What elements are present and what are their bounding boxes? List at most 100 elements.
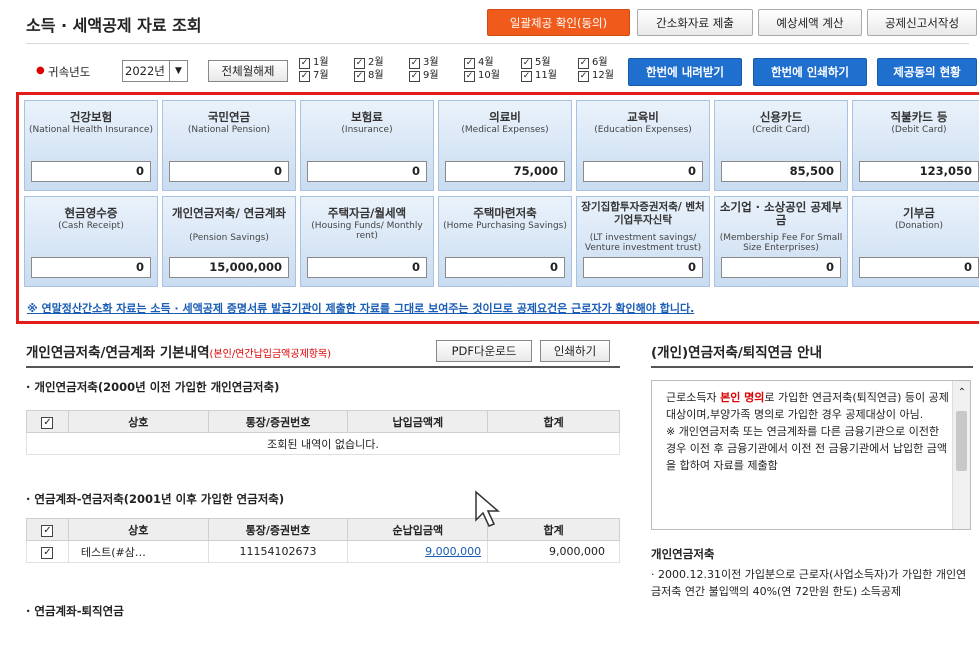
column-header: 순납입금액 xyxy=(347,518,489,541)
month-checkbox-7[interactable]: ✓ 7월 xyxy=(299,70,329,82)
download-all-button[interactable]: 한번에 내려받기 xyxy=(628,58,742,86)
chevron-up-icon[interactable]: ⌃ xyxy=(953,387,971,398)
month-checkbox-1[interactable]: ✓ 1월 xyxy=(299,57,329,69)
summary-label: 보험료 xyxy=(351,110,383,124)
checkbox-checked-icon: ✓ xyxy=(578,57,589,69)
month-checkbox-10[interactable]: ✓ 10월 xyxy=(464,70,500,82)
summary-insurance[interactable]: 보험료 (Insurance) 0 xyxy=(300,100,434,191)
month-checkbox-4[interactable]: ✓ 4월 xyxy=(464,57,494,69)
summary-medical[interactable]: 의료비 (Medical Expenses) 75,000 xyxy=(438,100,572,191)
summary-label: 장기집합투자증권저축/ 벤처기업투자신탁 xyxy=(581,201,705,226)
print-all-button[interactable]: 한번에 인쇄하기 xyxy=(753,58,867,86)
checkbox-checked-icon: ✓ xyxy=(354,57,365,69)
summary-debit-card[interactable]: 직불카드 등 (Debit Card) 123,050 xyxy=(852,100,979,191)
checkbox-checked-icon: ✓ xyxy=(578,70,589,82)
summary-small-business[interactable]: 소기업 · 소상공인 공제부금 (Membership Fee For Smal… xyxy=(714,196,848,287)
summary-housing-funds[interactable]: 주택자금/월세액 (Housing Funds/ Monthly rent) 0 xyxy=(300,196,434,287)
summary-label: 국민연금 xyxy=(207,110,251,124)
summary-cash-receipt[interactable]: 현금영수증 (Cash Receipt) 0 xyxy=(24,196,158,287)
summary-sublabel: (Insurance) xyxy=(341,125,393,135)
month-checkbox-2[interactable]: ✓ 2월 xyxy=(354,57,384,69)
select-all-checkbox[interactable]: ✓ xyxy=(26,410,69,433)
deduction-summary-panel: 건강보험 (National Health Insurance) 0 국민연금 … xyxy=(16,92,979,324)
summary-national-pension[interactable]: 국민연금 (National Pension) 0 xyxy=(162,100,296,191)
month-checkbox-5[interactable]: ✓ 5월 xyxy=(521,57,551,69)
month-label: 8월 xyxy=(368,70,384,81)
column-header: 합계 xyxy=(487,410,620,433)
consent-status-button[interactable]: 제공동의 현황 xyxy=(877,58,977,86)
summary-sublabel: (Debit Card) xyxy=(891,125,947,135)
month-checkbox-3[interactable]: ✓ 3월 xyxy=(409,57,439,69)
summary-credit-card[interactable]: 신용카드 (Credit Card) 85,500 xyxy=(714,100,848,191)
guide-emphasis: 본인 명의 xyxy=(720,391,765,404)
summary-education[interactable]: 교육비 (Education Expenses) 0 xyxy=(576,100,710,191)
column-header: 통장/증권번호 xyxy=(207,410,349,433)
print-button[interactable]: 인쇄하기 xyxy=(540,340,610,362)
month-checkbox-12[interactable]: ✓ 12월 xyxy=(578,70,614,82)
bulk-consent-button[interactable]: 일괄제공 확인(동의) xyxy=(487,9,630,36)
summary-label: 의료비 xyxy=(489,110,521,124)
empty-message: 조회된 내역이 없습니다. xyxy=(26,432,620,455)
guide-box: 근로소득자 본인 명의로 가입한 연금저축(퇴직연금) 등이 공제 대상이며,부… xyxy=(651,380,971,530)
summary-value: 0 xyxy=(583,257,703,278)
submit-simplified-button[interactable]: 간소화자료 제출 xyxy=(637,9,753,36)
summary-pension-savings[interactable]: 개인연금저축/ 연금계좌 (Pension Savings) 15,000,00… xyxy=(162,196,296,287)
guide-note: ※ 개인연금저축 또는 연금계좌를 다른 금융기관으로 이전한 경우 이전 후 … xyxy=(666,425,947,472)
guide-text: 근로소득자 본인 명의로 가입한 연금저축(퇴직연금) 등이 공제 대상이며,부… xyxy=(666,389,951,474)
guide-divider xyxy=(651,366,973,368)
summary-health-insurance[interactable]: 건강보험 (National Health Insurance) 0 xyxy=(24,100,158,191)
section-title-text: 개인연금저축/연금계좌 기본내역 xyxy=(26,345,210,361)
year-select[interactable]: 2022년 ▼ xyxy=(122,60,188,82)
summary-sublabel: (Membership Fee For Small Size Enterpris… xyxy=(719,233,843,253)
checkbox-checked-icon: ✓ xyxy=(521,70,532,82)
notice-link[interactable]: ※ 연말정산간소화 자료는 소득 · 세액공제 증명서류 발급기관이 제출한 자… xyxy=(27,300,694,316)
table-header-row: ✓ 상호 통장/증권번호 납입금액계 합계 xyxy=(26,410,620,433)
guide-scrollbar[interactable]: ⌃ xyxy=(952,381,970,529)
summary-lt-investment[interactable]: 장기집합투자증권저축/ 벤처기업투자신탁 (LT investment savi… xyxy=(576,196,710,287)
checkbox-checked-icon: ✓ xyxy=(521,57,532,69)
table-header-row: ✓ 상호 통장/증권번호 순납입금액 합계 xyxy=(26,518,620,541)
checkbox-checked-icon: ✓ xyxy=(299,70,310,82)
pension-account-table: ✓ 상호 통장/증권번호 순납입금액 합계 ✓ 테스트(#삼… 11154102… xyxy=(26,518,620,563)
summary-value: 15,000,000 xyxy=(169,257,289,278)
pdf-download-button[interactable]: PDF다운로드 xyxy=(436,340,532,362)
column-header: 납입금액계 xyxy=(347,410,489,433)
row-checkbox[interactable]: ✓ xyxy=(26,540,69,563)
checkbox-checked-icon: ✓ xyxy=(409,57,420,69)
month-label: 4월 xyxy=(478,57,494,68)
summary-sublabel: (Medical Expenses) xyxy=(461,125,549,135)
month-label: 11월 xyxy=(535,70,557,81)
deduction-form-button[interactable]: 공제신고서작성 xyxy=(867,9,977,36)
month-checkbox-8[interactable]: ✓ 8월 xyxy=(354,70,384,82)
year-label: 귀속년도 xyxy=(48,65,91,79)
section-title-note: (본인/연간납입금액공제항목) xyxy=(209,349,332,360)
summary-value: 0 xyxy=(445,257,565,278)
bullet-icon: ● xyxy=(36,65,45,76)
row-amount-link[interactable]: 9,000,000 xyxy=(425,545,481,558)
summary-sublabel: (Pension Savings) xyxy=(189,233,269,243)
checkbox-checked-icon: ✓ xyxy=(41,416,54,429)
estimate-tax-button[interactable]: 예상세액 계산 xyxy=(758,9,862,36)
select-all-checkbox[interactable]: ✓ xyxy=(26,518,69,541)
month-label: 3월 xyxy=(423,57,439,68)
month-checkbox-9[interactable]: ✓ 9월 xyxy=(409,70,439,82)
summary-donation[interactable]: 기부금 (Donation) 0 xyxy=(852,196,979,287)
summary-value: 0 xyxy=(307,161,427,182)
summary-home-savings[interactable]: 주택마련저축 (Home Purchasing Savings) 0 xyxy=(438,196,572,287)
subsection-title-pension-account: · 연금계좌-연금저축(2001년 이후 가입한 연금저축) xyxy=(26,492,285,506)
section-title: 개인연금저축/연금계좌 기본내역(본인/연간납입금액공제항목) xyxy=(26,341,331,361)
year-select-value: 2022년 xyxy=(125,64,165,78)
checkbox-checked-icon: ✓ xyxy=(464,57,475,69)
subsection-title-personal: · 개인연금저축(2000년 이전 가입한 개인연금저축) xyxy=(26,380,280,394)
month-checkbox-6[interactable]: ✓ 6월 xyxy=(578,57,608,69)
month-checkbox-11[interactable]: ✓ 11월 xyxy=(521,70,557,82)
summary-sublabel: (National Pension) xyxy=(187,125,271,135)
guide-title: (개인)연금저축/퇴직연금 안내 xyxy=(651,345,823,361)
row-total: 9,000,000 xyxy=(487,540,620,563)
scrollbar-thumb[interactable] xyxy=(956,411,967,471)
deselect-all-months-button[interactable]: 전체월해제 xyxy=(208,60,288,82)
checkbox-checked-icon: ✓ xyxy=(299,57,310,69)
month-label: 1월 xyxy=(313,57,329,68)
summary-label: 기부금 xyxy=(903,206,935,220)
month-checkboxes: ✓ 1월 ✓ 7월 ✓ 2월 ✓ 8월 ✓ 3월 ✓ 9월 ✓ 4월 ✓ 10월 ✓ 5월 ✓ 11… xyxy=(299,57,639,85)
